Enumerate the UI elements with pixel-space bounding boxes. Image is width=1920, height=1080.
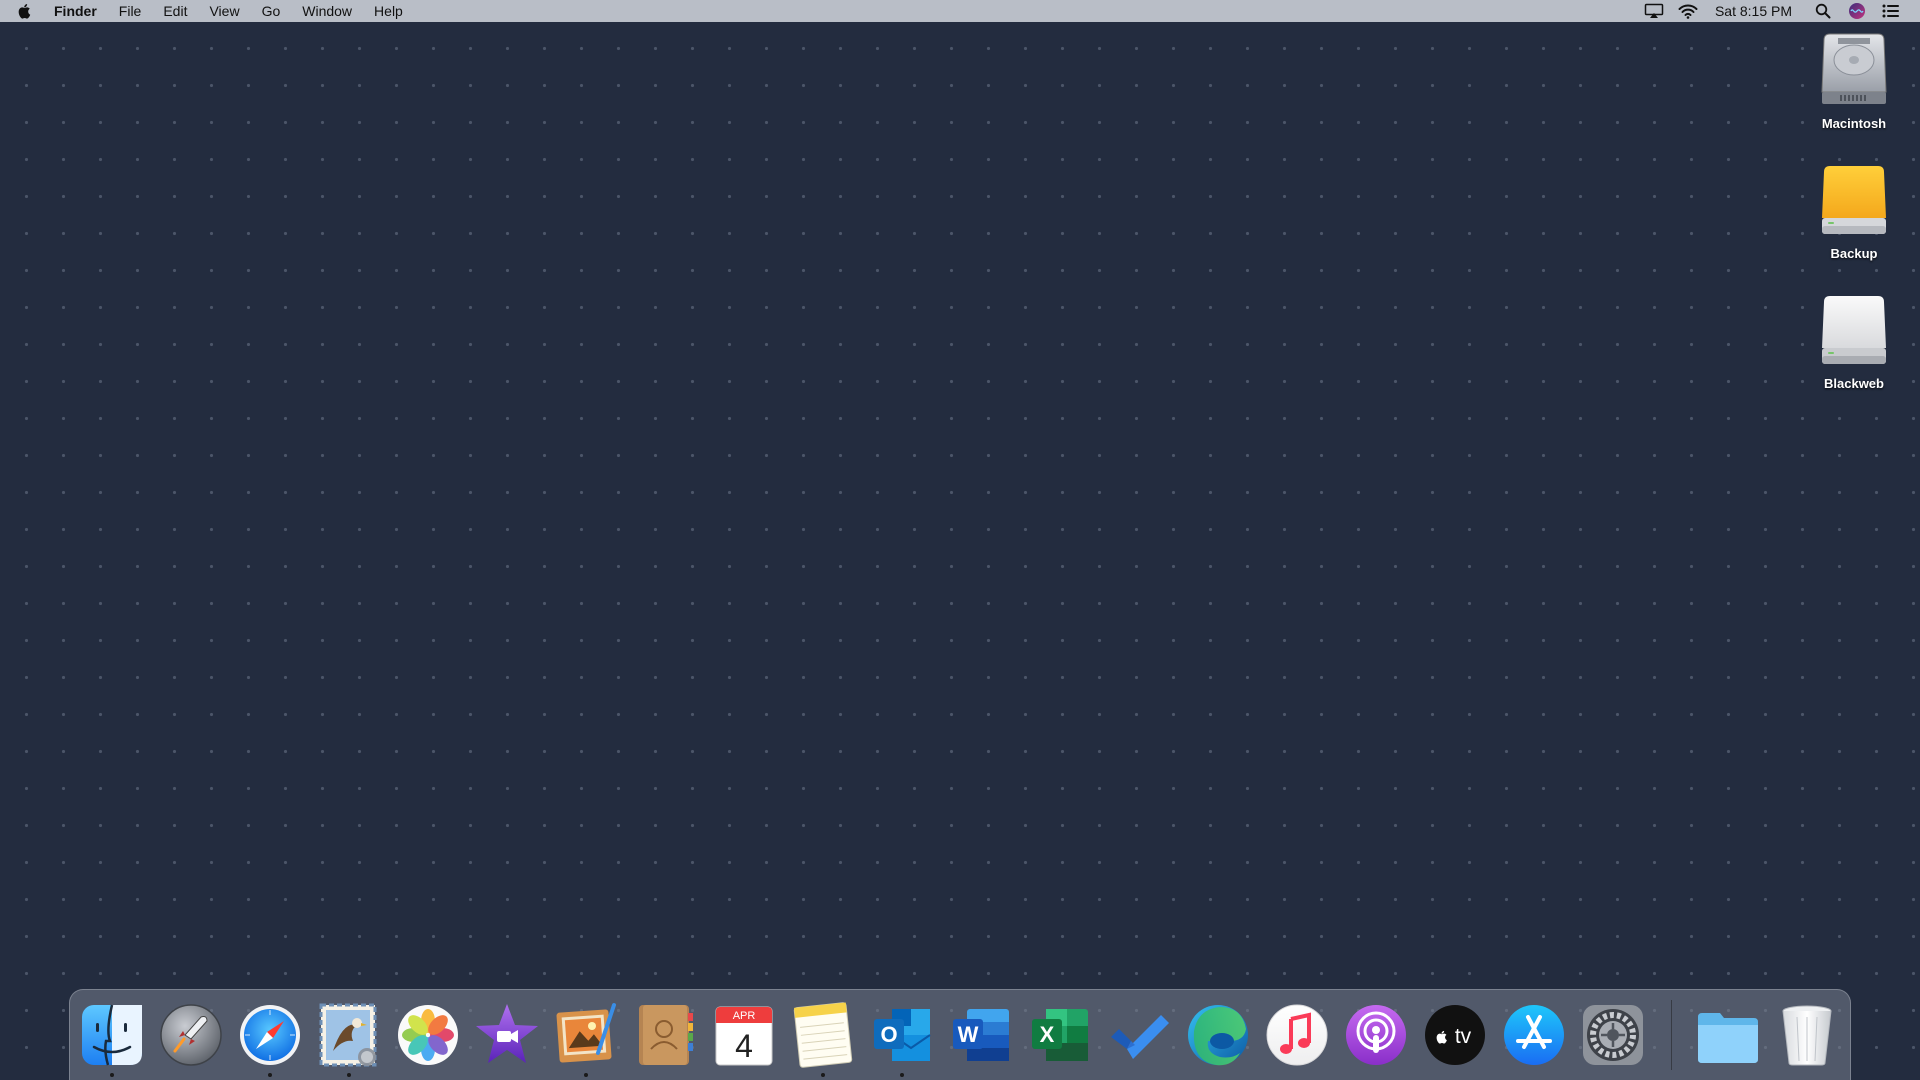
- dock-finder[interactable]: [78, 1001, 146, 1069]
- outlook-letter: O: [880, 1022, 897, 1047]
- menu-app-name[interactable]: Finder: [48, 0, 108, 22]
- external-drive-white-icon: [1816, 290, 1892, 372]
- menu-window[interactable]: Window: [291, 0, 363, 22]
- safari-icon: [240, 1005, 300, 1065]
- desktop-macintosh-drive[interactable]: Macintosh: [1799, 30, 1909, 131]
- dock-outlook[interactable]: O: [868, 1001, 936, 1069]
- dock-launchpad[interactable]: [157, 1001, 225, 1069]
- siri-icon[interactable]: [1840, 0, 1874, 22]
- word-letter: W: [958, 1022, 979, 1047]
- dock-app-store[interactable]: [1500, 1001, 1568, 1069]
- todo-checkmark-icon: [1111, 1015, 1169, 1059]
- notes-icon: [793, 1002, 853, 1068]
- menu-clock[interactable]: Sat 8:15 PM: [1705, 3, 1806, 19]
- dock-mail[interactable]: [315, 1001, 383, 1069]
- running-indicator-mail: [347, 1073, 351, 1077]
- desktop-icon-label: Macintosh: [1821, 116, 1887, 131]
- calendar-day: 4: [735, 1028, 753, 1064]
- imovie-icon: [476, 1004, 538, 1063]
- desktop-backup-drive[interactable]: Backup: [1799, 160, 1909, 261]
- dock-system-preferences[interactable]: [1579, 1001, 1647, 1069]
- running-indicator-safari: [268, 1073, 272, 1077]
- external-drive-orange-icon: [1816, 160, 1892, 242]
- photos-icon: [398, 1005, 458, 1065]
- podcasts-icon: [1346, 1005, 1406, 1065]
- menu-file[interactable]: File: [108, 0, 153, 22]
- preview-icon: [556, 1003, 616, 1063]
- dock-safari[interactable]: [236, 1001, 304, 1069]
- wifi-icon[interactable]: [1671, 0, 1705, 22]
- menu-go[interactable]: Go: [251, 0, 292, 22]
- menu-help[interactable]: Help: [363, 0, 414, 22]
- desktop-blackweb-drive[interactable]: Blackweb: [1799, 290, 1909, 391]
- dock-excel[interactable]: X: [1026, 1001, 1094, 1069]
- gear-icon: [1583, 1005, 1643, 1065]
- outlook-icon: O: [874, 1009, 931, 1061]
- finder-icon: [82, 1004, 142, 1066]
- desktop-icon-label: Backup: [1830, 246, 1878, 261]
- dock-calendar[interactable]: APR 4: [710, 1001, 778, 1069]
- dock-edge[interactable]: [1184, 1001, 1252, 1069]
- dock-photos[interactable]: [394, 1001, 462, 1069]
- word-icon: W: [953, 1009, 1009, 1061]
- desktop-icon-label: Blackweb: [1824, 376, 1884, 391]
- running-indicator-outlook: [900, 1073, 904, 1077]
- apple-menu-icon[interactable]: [0, 0, 48, 22]
- dock-music[interactable]: [1263, 1001, 1331, 1069]
- dock-podcasts[interactable]: [1342, 1001, 1410, 1069]
- notification-center-icon[interactable]: [1874, 0, 1908, 22]
- dock-trash[interactable]: [1773, 1001, 1841, 1069]
- mail-icon: [319, 1003, 377, 1067]
- trash-icon: [1782, 1005, 1832, 1066]
- spotlight-icon[interactable]: [1806, 0, 1840, 22]
- launchpad-icon: [160, 1004, 222, 1066]
- dock-word[interactable]: W: [947, 1001, 1015, 1069]
- menu-view[interactable]: View: [198, 0, 250, 22]
- dock-apple-tv[interactable]: tv: [1421, 1001, 1489, 1069]
- apple-tv-icon: tv: [1425, 1005, 1485, 1065]
- app-store-icon: [1504, 1005, 1564, 1065]
- excel-letter: X: [1040, 1022, 1055, 1047]
- dock-imovie[interactable]: [473, 1001, 541, 1069]
- running-indicator-finder: [110, 1073, 114, 1077]
- hard-drive-icon: [1816, 30, 1892, 112]
- calendar-icon: APR 4: [715, 1006, 773, 1066]
- contacts-icon: [639, 1005, 693, 1065]
- airplay-icon[interactable]: [1637, 0, 1671, 22]
- edge-icon: [1188, 1005, 1248, 1066]
- running-indicator-notes: [821, 1073, 825, 1077]
- running-indicator-preview: [584, 1073, 588, 1077]
- calendar-month: APR: [733, 1010, 756, 1022]
- music-note-icon: [1266, 1004, 1328, 1066]
- excel-icon: X: [1032, 1009, 1088, 1061]
- dock-contacts[interactable]: [631, 1001, 699, 1069]
- menu-edit[interactable]: Edit: [152, 0, 198, 22]
- folder-icon: [1698, 1013, 1758, 1063]
- dock-notes[interactable]: [789, 1001, 857, 1069]
- dock-todo[interactable]: [1105, 1001, 1173, 1069]
- dock-folder-stack[interactable]: [1694, 1001, 1762, 1069]
- menu-bar: Finder File Edit View Go Window Help Sat…: [0, 0, 1920, 22]
- dock-preview[interactable]: [552, 1001, 620, 1069]
- apple-tv-label: tv: [1455, 1025, 1472, 1048]
- dock-separator: [1671, 1000, 1672, 1070]
